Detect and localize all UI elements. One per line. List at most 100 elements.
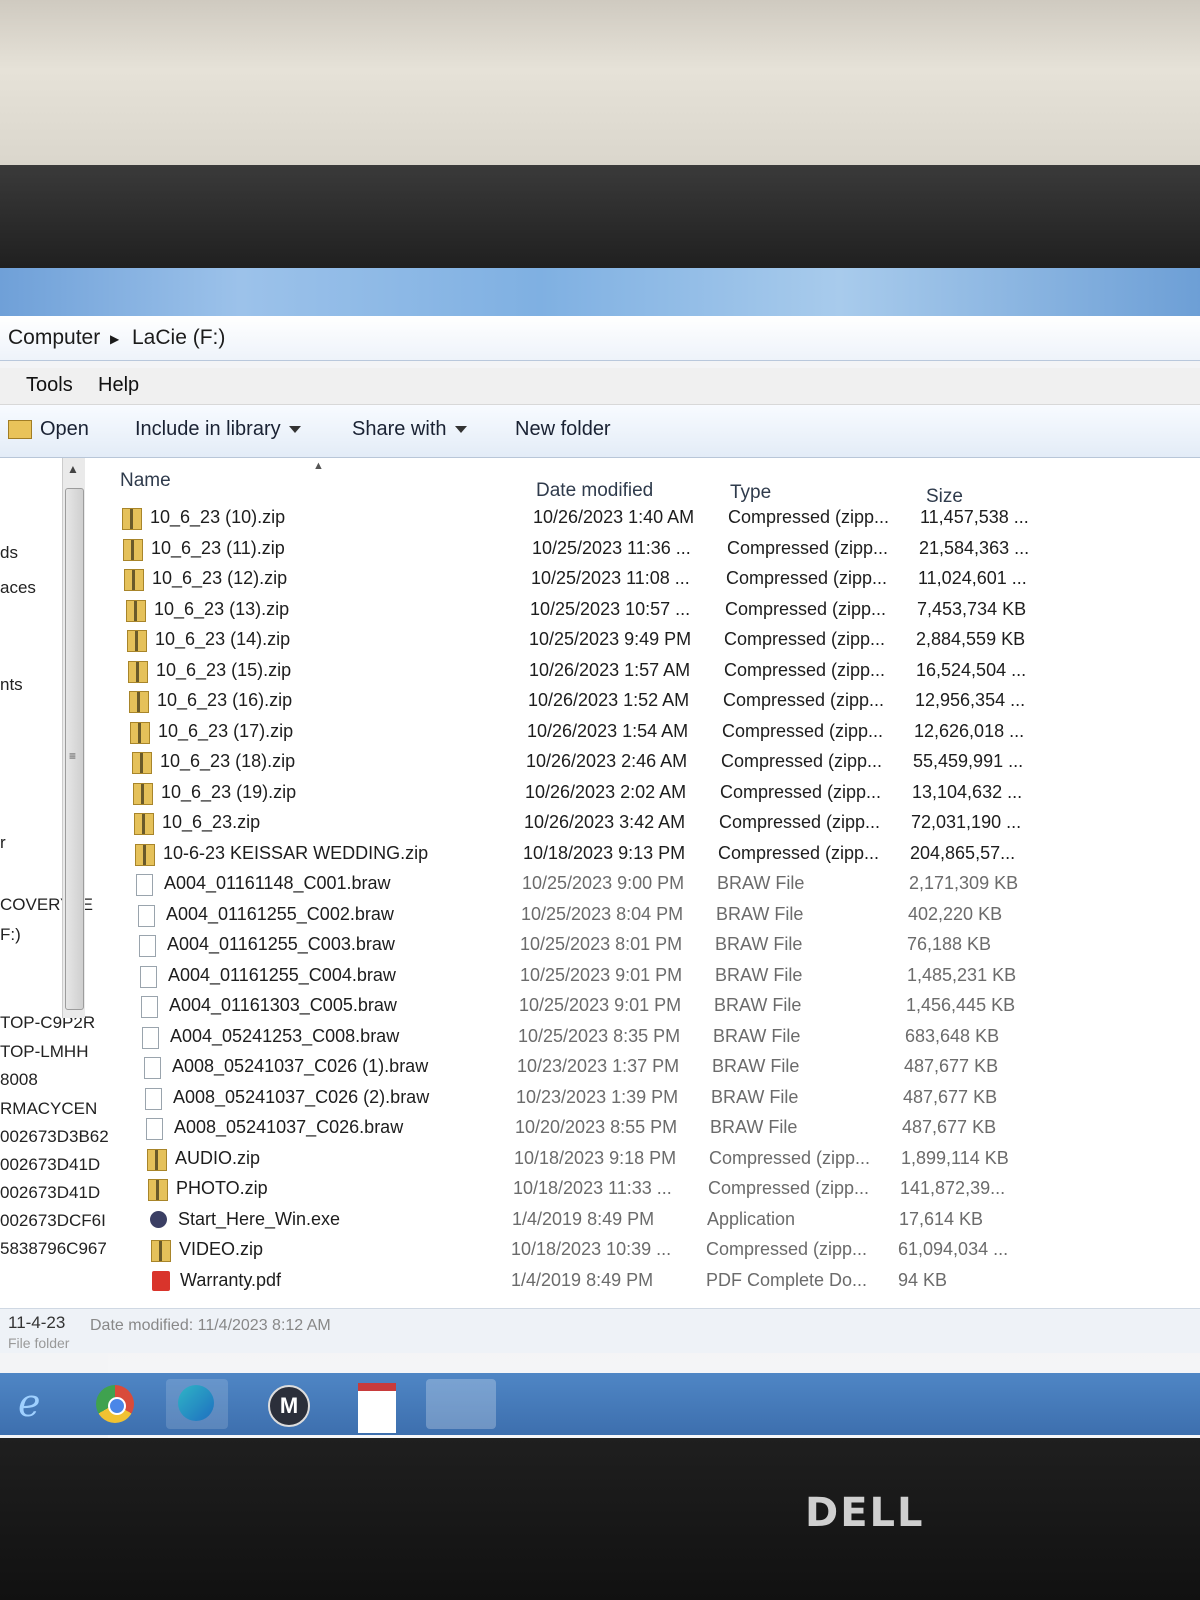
file-row[interactable]: AUDIO.zip 10/18/2023 9:18 PM Compressed (z… bbox=[108, 1144, 1200, 1174]
nav-item[interactable]: 002673D41D bbox=[0, 1155, 100, 1175]
breadcrumb-computer[interactable]: Computer bbox=[8, 326, 100, 350]
file-row[interactable]: 10_6_23 (18).zip 10/26/2023 2:46 AM Compre… bbox=[108, 747, 1200, 777]
nav-item[interactable]: nts bbox=[0, 675, 23, 695]
file-date-modified: 10/26/2023 3:42 AM bbox=[524, 812, 686, 832]
file-size: 11,024,601 ... bbox=[918, 568, 1027, 588]
file-row[interactable]: 10_6_23 (14).zip 10/25/2023 9:49 PM Compre… bbox=[108, 625, 1200, 655]
file-row[interactable]: 10_6_23 (10).zip 10/26/2023 1:40 AM Compre… bbox=[108, 503, 1200, 533]
file-row[interactable]: 10_6_23 (19).zip 10/26/2023 2:02 AM Compre… bbox=[108, 778, 1200, 808]
file-row[interactable]: A008_05241037_C026 (1).braw 10/23/2023 1:… bbox=[108, 1052, 1200, 1082]
nav-item[interactable]: TOP-LMHH bbox=[0, 1042, 88, 1062]
file-type: Compressed (zipp... bbox=[727, 537, 889, 558]
nav-item[interactable]: ds bbox=[0, 543, 18, 563]
file-row[interactable]: A008_05241037_C026 (2).braw 10/23/2023 1:… bbox=[108, 1083, 1200, 1113]
file-type: BRAW File bbox=[715, 934, 803, 954]
internet-explorer-icon[interactable]: e bbox=[6, 1379, 68, 1429]
file-row[interactable]: A004_01161255_C002.braw 10/25/2023 8:04 P… bbox=[108, 900, 1200, 930]
zip-folder-icon bbox=[135, 843, 155, 866]
file-name: A008_05241037_C026.braw bbox=[174, 1117, 404, 1137]
file-size: 487,677 KB bbox=[903, 1086, 998, 1107]
column-header-type[interactable]: Type bbox=[730, 482, 771, 504]
file-name: 10_6_23 (15).zip bbox=[156, 659, 292, 680]
file-type: Compressed (zipp... bbox=[720, 781, 882, 802]
nav-scrollbar-thumb[interactable]: ≡ bbox=[65, 488, 84, 1010]
nav-item[interactable]: 5838796C967 bbox=[0, 1239, 107, 1259]
zip-folder-icon bbox=[133, 782, 153, 805]
file-row[interactable]: PHOTO.zip 10/18/2023 11:33 ... Compressed … bbox=[108, 1174, 1200, 1204]
file-date-modified: 10/20/2023 8:55 PM bbox=[515, 1117, 678, 1137]
file-date-modified: 10/25/2023 11:08 ... bbox=[531, 568, 690, 588]
file-name: 10_6_23 (16).zip bbox=[157, 690, 293, 710]
zip-folder-icon bbox=[130, 721, 150, 744]
details-pane: 11-4-23 Date modified: 11/4/2023 8:12 AM… bbox=[0, 1308, 1200, 1353]
breadcrumb-drive[interactable]: LaCie (F:) bbox=[132, 326, 225, 350]
file-type: BRAW File bbox=[714, 995, 802, 1015]
file-row[interactable]: Start_Here_Win.exe 1/4/2019 8:49 PM Applic… bbox=[108, 1205, 1200, 1235]
new-folder-button[interactable]: New folder bbox=[515, 418, 611, 441]
file-size: 21,584,363 ... bbox=[919, 537, 1030, 558]
file-name: 10_6_23 (12).zip bbox=[152, 568, 288, 588]
file-row[interactable]: 10_6_23 (12).zip 10/25/2023 11:08 ... Comp… bbox=[108, 564, 1200, 594]
chrome-icon[interactable] bbox=[86, 1379, 148, 1429]
column-header-name[interactable]: Name bbox=[120, 470, 171, 492]
file-type: BRAW File bbox=[715, 964, 803, 985]
file-row[interactable]: VIDEO.zip 10/18/2023 10:39 ... Compressed … bbox=[108, 1235, 1200, 1265]
nav-item[interactable]: r bbox=[0, 833, 6, 853]
nav-item[interactable]: 8008 bbox=[0, 1070, 38, 1090]
nav-scrollbar[interactable]: ▲ ≡ bbox=[62, 458, 85, 1018]
nav-item[interactable]: 002673DCF6I bbox=[0, 1211, 106, 1231]
file-icon bbox=[141, 996, 158, 1018]
file-date-modified: 10/18/2023 9:18 PM bbox=[514, 1147, 677, 1168]
file-name: VIDEO.zip bbox=[179, 1239, 264, 1259]
file-list: Name ▲ Date modified Type Size 10_6_23 (… bbox=[108, 458, 1200, 1438]
address-bar[interactable]: Computer ▶ LaCie (F:) bbox=[0, 316, 1200, 361]
file-type: Compressed (zipp... bbox=[708, 1178, 870, 1198]
file-row[interactable]: A008_05241037_C026.braw 10/20/2023 8:55 P… bbox=[108, 1113, 1200, 1143]
calendar-app-icon[interactable] bbox=[346, 1379, 408, 1433]
file-row[interactable]: 10_6_23.zip 10/26/2023 3:42 AM Compressed … bbox=[108, 808, 1200, 838]
file-row[interactable]: 10_6_23 (17).zip 10/26/2023 1:54 AM Compre… bbox=[108, 717, 1200, 747]
menu-help[interactable]: Help bbox=[98, 374, 139, 397]
selected-item-name: 11-4-23 bbox=[8, 1313, 66, 1332]
share-with-button[interactable]: Share with bbox=[352, 418, 467, 441]
column-header-date[interactable]: Date modified bbox=[536, 480, 653, 502]
nav-item[interactable]: 002673D3B62 bbox=[0, 1127, 109, 1147]
breadcrumb-arrow-icon[interactable]: ▶ bbox=[110, 332, 119, 346]
nav-item[interactable]: RMACYCEN bbox=[0, 1099, 97, 1119]
nav-item[interactable]: aces bbox=[0, 578, 36, 598]
file-date-modified: 10/25/2023 8:01 PM bbox=[520, 934, 683, 954]
file-row[interactable]: Warranty.pdf 1/4/2019 8:49 PM PDF Complete… bbox=[108, 1266, 1200, 1296]
file-row[interactable]: A004_01161148_C001.braw 10/25/2023 9:00 P… bbox=[108, 869, 1200, 899]
include-in-library-button[interactable]: Include in library bbox=[135, 418, 301, 441]
open-button[interactable]: Open bbox=[8, 418, 89, 441]
pdf-icon bbox=[152, 1270, 170, 1291]
file-row[interactable]: A004_05241253_C008.braw 10/25/2023 8:35 P… bbox=[108, 1022, 1200, 1052]
file-row[interactable]: 10-6-23 KEISSAR WEDDING.zip 10/18/2023 9:… bbox=[108, 839, 1200, 869]
zip-folder-icon bbox=[148, 1179, 168, 1201]
scroll-up-icon[interactable]: ▲ bbox=[67, 462, 79, 476]
file-row[interactable]: A004_01161303_C005.braw 10/25/2023 9:01 P… bbox=[108, 991, 1200, 1021]
file-row[interactable]: 10_6_23 (11).zip 10/25/2023 11:36 ... Comp… bbox=[108, 534, 1200, 564]
file-row[interactable]: 10_6_23 (13).zip 10/25/2023 10:57 ... Comp… bbox=[108, 595, 1200, 625]
menu-tools[interactable]: Tools bbox=[26, 374, 73, 397]
file-size: 402,220 KB bbox=[908, 903, 1003, 924]
zip-folder-icon bbox=[151, 1240, 171, 1262]
file-size: 487,677 KB bbox=[904, 1056, 999, 1076]
m-app-icon[interactable]: M bbox=[256, 1379, 318, 1429]
explorer-taskbar-button[interactable] bbox=[426, 1379, 496, 1429]
file-size: 2,884,559 KB bbox=[916, 629, 1026, 649]
nav-item[interactable]: F:) bbox=[0, 925, 21, 945]
file-row[interactable]: 10_6_23 (16).zip 10/26/2023 1:52 AM Compre… bbox=[108, 686, 1200, 716]
edge-icon[interactable] bbox=[166, 1379, 228, 1429]
file-icon bbox=[140, 965, 157, 988]
file-row[interactable]: 10_6_23 (15).zip 10/26/2023 1:57 AM Compre… bbox=[108, 656, 1200, 686]
file-date-modified: 10/26/2023 2:46 AM bbox=[526, 751, 688, 771]
file-row[interactable]: A004_01161255_C004.braw 10/25/2023 9:01 P… bbox=[108, 961, 1200, 991]
file-row[interactable]: A004_01161255_C003.braw 10/25/2023 8:01 P… bbox=[108, 930, 1200, 960]
file-size: 13,104,632 ... bbox=[912, 781, 1023, 802]
file-size: 7,453,734 KB bbox=[917, 598, 1027, 619]
zip-folder-icon bbox=[124, 569, 144, 591]
file-size: 12,956,354 ... bbox=[915, 690, 1026, 710]
nav-item[interactable]: 002673D41D bbox=[0, 1183, 100, 1203]
file-size: 1,456,445 KB bbox=[906, 995, 1016, 1015]
